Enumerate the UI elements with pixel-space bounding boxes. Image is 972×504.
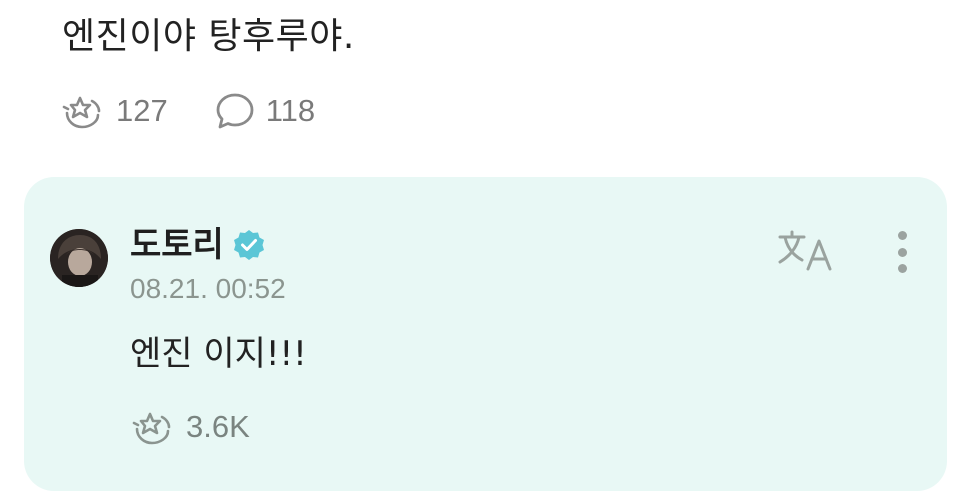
post-comment-count: 118 <box>265 93 316 128</box>
author-line: 도토리 <box>130 223 266 267</box>
star-reaction-icon <box>132 407 176 447</box>
post-reaction-button[interactable]: 127 <box>62 91 168 131</box>
reply-text: 엔진 이지!!! <box>130 334 307 374</box>
post-reaction-count: 127 <box>116 93 168 128</box>
speech-bubble-icon <box>214 91 256 131</box>
post-comment-button[interactable]: 118 <box>214 91 315 131</box>
post-actions: 127 118 <box>62 86 315 136</box>
translate-button[interactable] <box>778 229 838 275</box>
reply-timestamp: 08.21. 00:52 <box>130 273 286 304</box>
reply-reaction-button[interactable]: 3.6K <box>132 407 250 447</box>
post-text: 엔진이야 탕후루야. <box>62 16 355 57</box>
reply-card: 도토리 08.21. 00:52 엔진 이지!!! 3.6K <box>24 177 947 491</box>
star-reaction-icon <box>62 91 106 131</box>
author-name[interactable]: 도토리 <box>130 223 224 267</box>
verified-badge-icon <box>232 228 266 262</box>
reply-actions: 3.6K <box>132 403 250 451</box>
more-vertical-icon <box>897 231 907 240</box>
more-options-button[interactable] <box>886 227 918 277</box>
avatar[interactable] <box>50 229 108 287</box>
translate-icon <box>778 230 838 279</box>
reply-reaction-count: 3.6K <box>186 409 250 444</box>
